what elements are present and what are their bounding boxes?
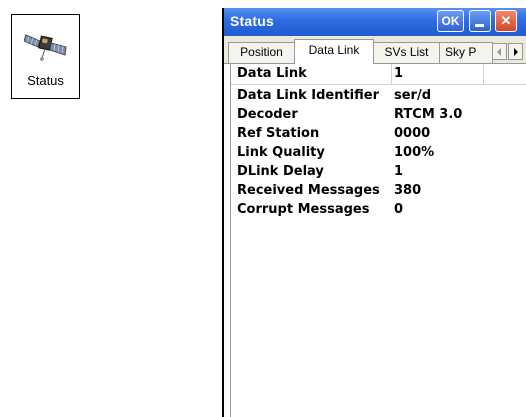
- tab-svs-list[interactable]: SVs List: [373, 42, 440, 63]
- tab-sky-plot[interactable]: Sky P: [439, 42, 493, 63]
- ok-button[interactable]: OK: [437, 10, 464, 32]
- column-divider[interactable]: [391, 64, 392, 84]
- row-label: Ref Station: [237, 126, 320, 141]
- window-title: Status: [230, 13, 274, 29]
- header-label: Data Link: [237, 66, 307, 81]
- satellite-icon: [24, 34, 67, 61]
- minimize-button[interactable]: [469, 10, 491, 32]
- row-label: Received Messages: [237, 183, 380, 198]
- close-button[interactable]: ✕: [495, 10, 517, 32]
- tab-position[interactable]: Position: [228, 42, 295, 63]
- row-value: RTCM 3.0: [394, 107, 463, 122]
- status-app-label: Status: [27, 73, 64, 88]
- column-divider[interactable]: [483, 64, 484, 84]
- row-label: Corrupt Messages: [237, 202, 370, 217]
- tab-strip: Position Data Link SVs List Sky P: [224, 36, 526, 64]
- title-bar[interactable]: Status OK ✕: [224, 8, 526, 36]
- row-value: 380: [394, 183, 422, 198]
- row-value: ser/d: [394, 88, 432, 103]
- status-app-shortcut[interactable]: Status: [11, 14, 80, 99]
- data-link-panel: Data Link 1 Data Link Identifier ser/d D…: [230, 64, 526, 417]
- row-value: 0000: [394, 126, 431, 141]
- screen: Status Status OK ✕ Position Data Link SV…: [0, 0, 526, 417]
- row-label: Data Link Identifier: [237, 88, 379, 103]
- tab-scroll-left-icon[interactable]: [492, 43, 507, 60]
- row-value: 1: [394, 164, 404, 179]
- row-value: 0: [394, 202, 404, 217]
- tab-scroll-right-icon[interactable]: [508, 43, 523, 60]
- row-label: Link Quality: [237, 145, 325, 160]
- table-header-row: Data Link 1: [231, 64, 526, 85]
- row-value: 100%: [394, 145, 435, 160]
- header-value: 1: [394, 66, 404, 81]
- row-label: DLink Delay: [237, 164, 324, 179]
- minimize-icon: [475, 24, 484, 27]
- row-label: Decoder: [237, 107, 298, 122]
- tab-data-link[interactable]: Data Link: [294, 39, 374, 64]
- close-icon: ✕: [500, 13, 512, 28]
- status-window: Status OK ✕ Position Data Link SVs List …: [222, 8, 526, 417]
